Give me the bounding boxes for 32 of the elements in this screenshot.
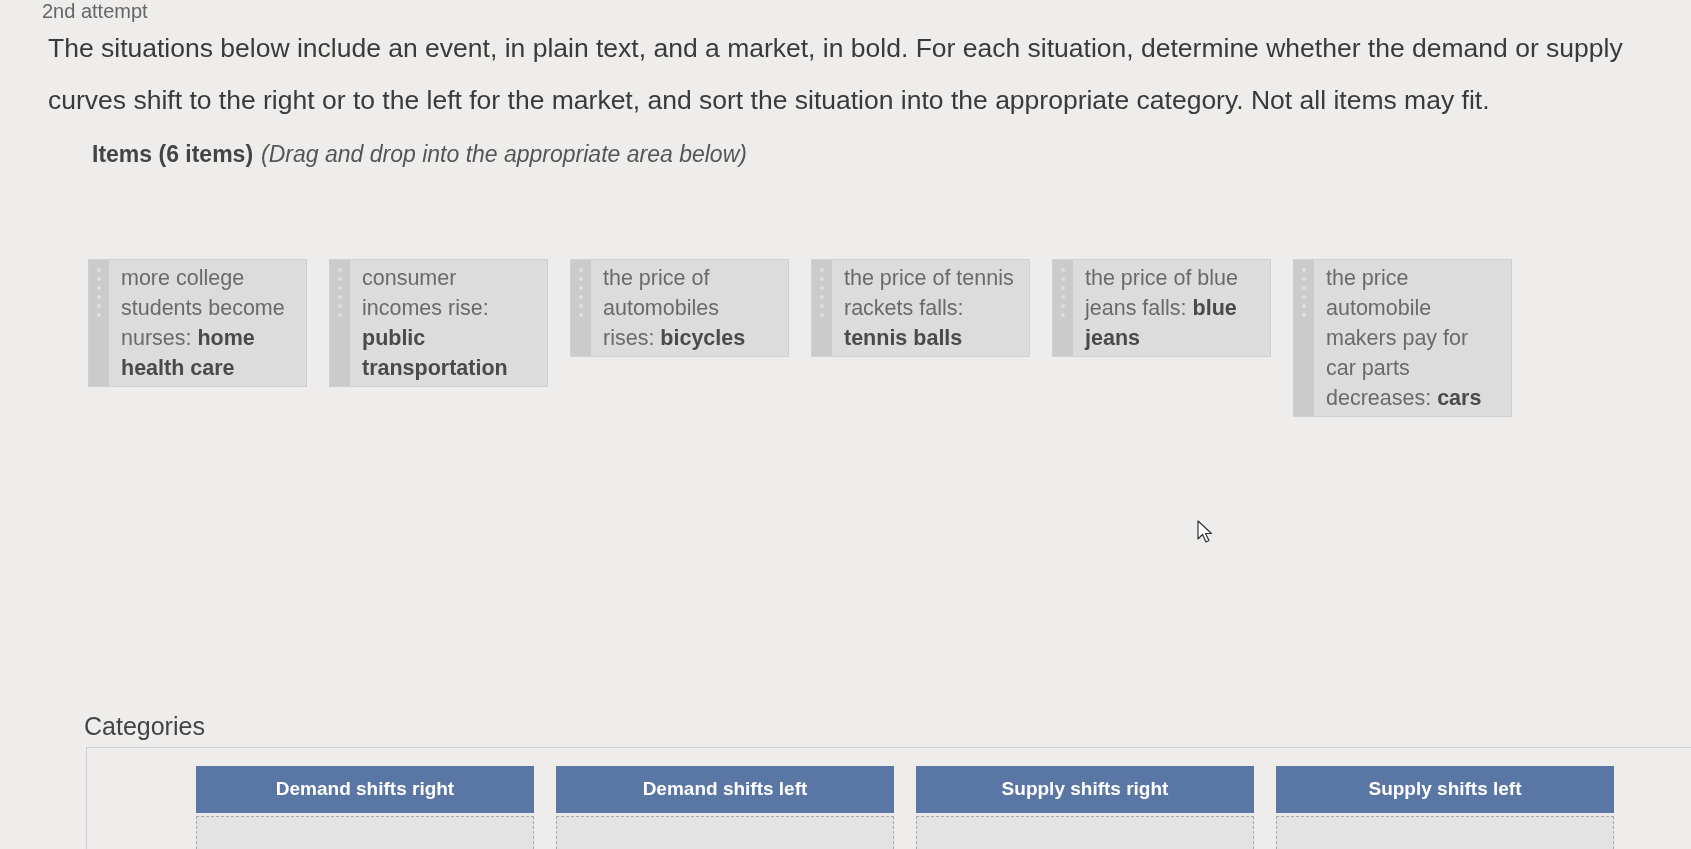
attempt-heading: 2nd attempt <box>42 0 148 22</box>
draggable-item-card[interactable]: the price of blue jeans falls: blue jeans <box>1052 259 1271 357</box>
category-header: Demand shifts left <box>556 766 894 816</box>
instructions-text: The situations below include an event, in plain text, and a market, in bold. For each situation, determine whether the demand or supply curves shift to the right or to the left for the market, and sort the situation into the appropriate category. Not all items may fit. <box>48 32 1624 117</box>
category-header: Supply shifts right <box>916 766 1254 816</box>
drag-handle-icon <box>571 260 591 356</box>
drop-zone[interactable] <box>196 816 534 849</box>
draggable-item-card[interactable]: the price of tennis rackets falls: tennis balls <box>811 259 1030 357</box>
drag-handle-icon <box>1053 260 1073 356</box>
item-text: the price of automobiles rises: bicycles <box>602 265 747 352</box>
categories-title: Categories <box>84 711 205 742</box>
item-text: the price of tennis rackets falls: tennis balls <box>843 265 1015 352</box>
item-text: the price of blue jeans falls: blue jeans <box>1083 265 1239 352</box>
drag-handle-icon <box>89 260 109 386</box>
item-text: consumer incomes rise: public transportation <box>361 265 509 382</box>
drag-handle-icon <box>330 260 350 386</box>
draggable-item-card[interactable]: more college students become nurses: home health care <box>88 259 307 387</box>
draggable-item-card[interactable]: consumer incomes rise: public transportation <box>329 259 548 387</box>
category-header: Demand shifts right <box>196 766 534 816</box>
item-text: more college students become nurses: home health care <box>120 265 286 382</box>
mouse-pointer-icon <box>1197 520 1213 544</box>
draggable-item-card[interactable]: the price of automobiles rises: bicycles <box>570 259 789 357</box>
items-hint: (Drag and drop into the appropriate area below) <box>261 140 747 169</box>
drop-zone[interactable] <box>1276 816 1614 849</box>
drop-zone[interactable] <box>916 816 1254 849</box>
draggable-item-card[interactable]: the price automobile makers pay for car parts decreases: cars <box>1293 259 1512 417</box>
drag-handle-icon <box>1294 260 1314 416</box>
drag-handle-icon <box>812 260 832 356</box>
drop-zone[interactable] <box>556 816 894 849</box>
items-title: Items (6 items) <box>92 140 254 169</box>
category-header: Supply shifts left <box>1276 766 1614 816</box>
item-text: the price automobile makers pay for car parts decreases: cars <box>1325 265 1483 412</box>
